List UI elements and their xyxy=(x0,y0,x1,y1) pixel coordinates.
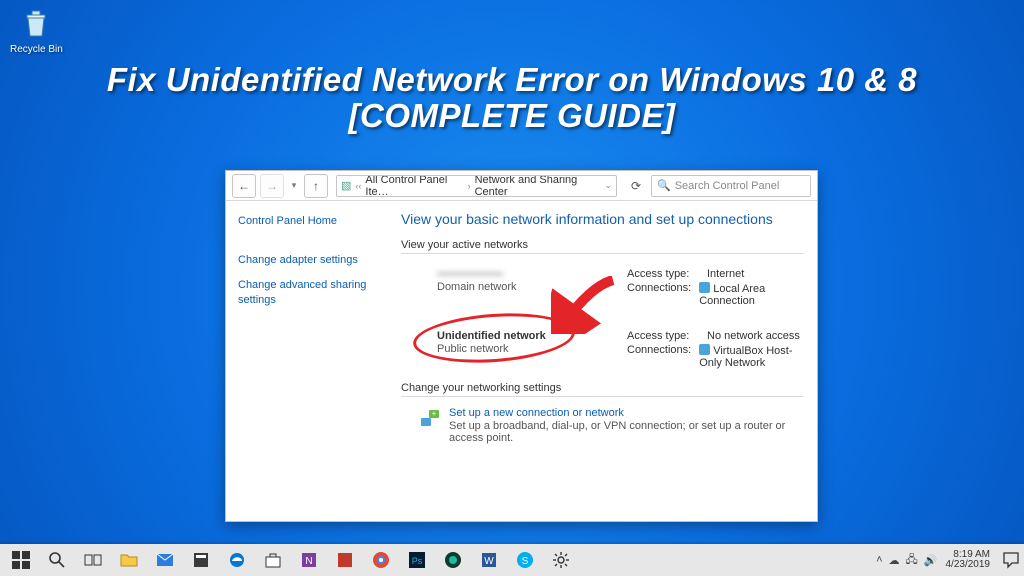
control-panel-window: ← → ▾ ↑ ▧ ‹‹ All Control Panel Ite… › Ne… xyxy=(225,170,818,522)
settings-icon[interactable] xyxy=(544,546,578,574)
network-1: —————— Domain network xyxy=(437,268,516,293)
app-icon-1[interactable] xyxy=(184,546,218,574)
word-icon[interactable]: W xyxy=(472,546,506,574)
net1-conn-value[interactable]: Local Area Connection xyxy=(699,282,803,307)
back-button[interactable]: ← xyxy=(232,174,256,198)
search-icon: 🔍 xyxy=(657,179,671,192)
page-title: View your basic network information and … xyxy=(401,211,803,227)
tray-volume-icon[interactable]: 🔊 xyxy=(924,554,938,567)
headline-line1: Fix Unidentified Network Error on Window… xyxy=(0,62,1024,98)
edge-icon[interactable] xyxy=(220,546,254,574)
breadcrumb-dropdown-icon[interactable]: ⌄ xyxy=(604,180,612,191)
network-setup-icon: + xyxy=(419,407,441,429)
file-explorer-icon[interactable] xyxy=(112,546,146,574)
action-center-icon[interactable] xyxy=(1002,551,1020,569)
breadcrumb-seg1[interactable]: All Control Panel Ite… xyxy=(365,175,463,197)
network-1-details: Access type: Internet Connections: Local A… xyxy=(627,268,803,309)
net2-conn-label: Connections: xyxy=(627,344,691,369)
up-button[interactable]: ↑ xyxy=(304,174,328,198)
setup-desc: Set up a broadband, dial-up, or VPN conn… xyxy=(449,420,803,444)
net1-conn-label: Connections: xyxy=(627,282,691,307)
search-placeholder: Search Control Panel xyxy=(675,180,780,192)
svg-text:S: S xyxy=(522,556,529,567)
headline: Fix Unidentified Network Error on Window… xyxy=(0,62,1024,135)
annotation-arrow-icon xyxy=(551,276,621,334)
tray-onedrive-icon[interactable]: ☁ xyxy=(889,554,900,567)
svg-text:W: W xyxy=(484,556,494,567)
network-2-details: Access type: No network access Connection… xyxy=(627,330,803,371)
breadcrumb-sep-icon: ‹‹ xyxy=(355,181,361,191)
app-icon-red[interactable] xyxy=(328,546,362,574)
recycle-bin[interactable]: Recycle Bin xyxy=(10,6,63,55)
app-icon-green[interactable] xyxy=(436,546,470,574)
svg-text:Ps: Ps xyxy=(412,556,423,566)
control-panel-home-link[interactable]: Control Panel Home xyxy=(238,215,379,227)
chrome-icon[interactable] xyxy=(364,546,398,574)
ethernet-icon xyxy=(699,344,710,355)
mail-icon[interactable] xyxy=(148,546,182,574)
breadcrumb-seg2[interactable]: Network and Sharing Center xyxy=(475,175,601,197)
tray-network-icon[interactable]: 🖧 xyxy=(906,551,918,570)
net1-access-value: Internet xyxy=(707,268,744,280)
forward-button[interactable]: → xyxy=(260,174,284,198)
recycle-bin-label: Recycle Bin xyxy=(10,44,63,55)
divider xyxy=(401,253,803,254)
sidebar: Control Panel Home Change adapter settin… xyxy=(226,201,391,521)
clock[interactable]: 8:19 AM 4/23/2019 xyxy=(946,550,995,571)
breadcrumb-chevron-icon: › xyxy=(468,181,471,191)
divider xyxy=(401,396,803,397)
task-view-button[interactable] xyxy=(76,546,110,574)
breadcrumb-root-icon: ▧ xyxy=(341,179,351,192)
refresh-button[interactable]: ⟳ xyxy=(625,175,647,197)
change-adapter-settings-link[interactable]: Change adapter settings xyxy=(238,253,379,268)
setup-new-connection[interactable]: + Set up a new connection or network Set… xyxy=(401,407,803,444)
svg-text:N: N xyxy=(305,556,312,567)
net2-access-label: Access type: xyxy=(627,330,699,342)
window-toolbar: ← → ▾ ↑ ▧ ‹‹ All Control Panel Ite… › Ne… xyxy=(226,171,817,201)
network-1-type: Domain network xyxy=(437,281,516,293)
onenote-icon[interactable]: N xyxy=(292,546,326,574)
clock-date: 4/23/2019 xyxy=(946,560,991,571)
setup-title: Set up a new connection or network xyxy=(449,407,803,419)
photoshop-icon[interactable]: Ps xyxy=(400,546,434,574)
ethernet-icon xyxy=(699,282,710,293)
search-button[interactable] xyxy=(40,546,74,574)
net2-conn-value[interactable]: VirtualBox Host-Only Network xyxy=(699,344,803,369)
net1-access-label: Access type: xyxy=(627,268,699,280)
store-icon[interactable] xyxy=(256,546,290,574)
breadcrumb[interactable]: ▧ ‹‹ All Control Panel Ite… › Network an… xyxy=(336,175,617,197)
net2-access-value: No network access xyxy=(707,330,800,342)
search-input[interactable]: 🔍 Search Control Panel xyxy=(651,175,811,197)
headline-line2: [COMPLETE GUIDE] xyxy=(0,98,1024,134)
tray-chevron-icon[interactable]: ˄ xyxy=(876,554,882,566)
change-settings-label: Change your networking settings xyxy=(401,382,803,394)
history-dropdown[interactable]: ▾ xyxy=(288,180,300,191)
skype-icon[interactable]: S xyxy=(508,546,542,574)
content: View your basic network information and … xyxy=(391,201,817,521)
taskbar: N Ps W S ˄ ☁ 🖧 🔊 8:19 AM 4/23/2019 xyxy=(0,544,1024,576)
svg-text:+: + xyxy=(432,409,437,418)
start-button[interactable] xyxy=(4,546,38,574)
active-networks-label: View your active networks xyxy=(401,239,803,251)
system-tray[interactable]: ˄ ☁ 🖧 🔊 xyxy=(876,551,937,570)
recycle-bin-icon xyxy=(18,6,54,42)
network-1-name-blurred: —————— xyxy=(437,268,516,280)
change-advanced-sharing-link[interactable]: Change advanced sharing settings xyxy=(238,278,379,308)
